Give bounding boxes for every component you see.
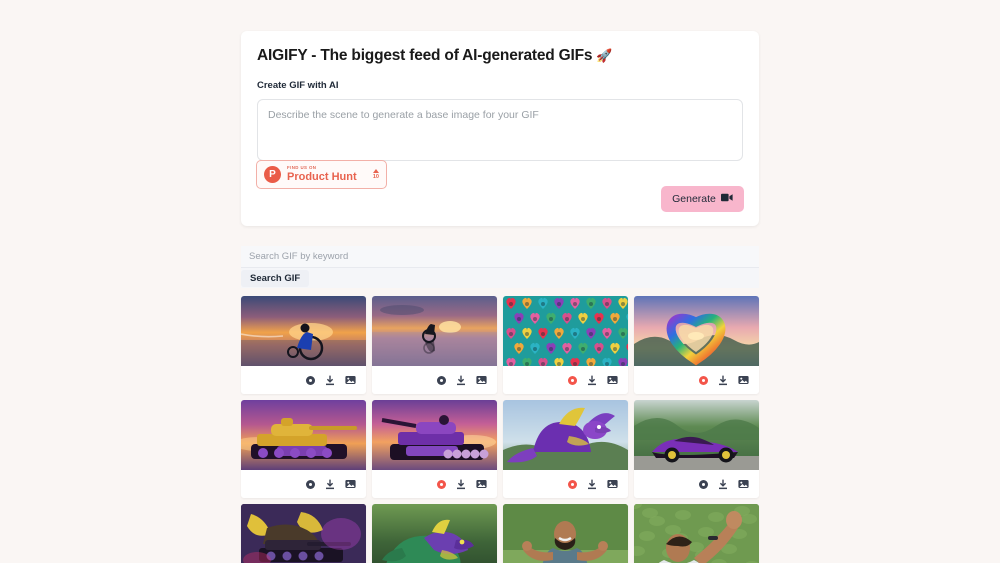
page-title: AIGIFY - The biggest feed of AI-generate… bbox=[257, 47, 743, 65]
gif-card[interactable] bbox=[503, 504, 628, 563]
gif-card[interactable] bbox=[241, 400, 366, 498]
image-icon[interactable] bbox=[476, 375, 487, 385]
generate-button-label: Generate bbox=[672, 193, 716, 205]
prompt-input[interactable] bbox=[257, 99, 743, 161]
gif-thumbnail-purple-dragon-mountain[interactable] bbox=[503, 400, 628, 470]
gif-card[interactable] bbox=[241, 504, 366, 563]
image-icon[interactable] bbox=[607, 479, 618, 489]
image-icon[interactable] bbox=[738, 479, 749, 489]
product-hunt-upvote: 10 bbox=[373, 169, 379, 180]
rocket-icon: 🚀 bbox=[596, 48, 613, 63]
download-icon[interactable] bbox=[325, 375, 335, 386]
gif-card[interactable] bbox=[241, 296, 366, 394]
create-gif-label: Create GIF with AI bbox=[257, 80, 339, 91]
gif-card-actions bbox=[634, 470, 759, 498]
image-icon[interactable] bbox=[345, 375, 356, 385]
page-title-text: AIGIFY - The biggest feed of AI-generate… bbox=[257, 47, 593, 64]
gif-thumbnail-wheelchair-beach-reflection[interactable] bbox=[372, 296, 497, 366]
gif-thumbnail-dragon-tank-hybrid-forest[interactable] bbox=[241, 504, 366, 563]
gif-card-actions bbox=[503, 366, 628, 394]
image-icon[interactable] bbox=[607, 375, 618, 385]
product-hunt-badge[interactable]: P FIND US ON Product Hunt 10 bbox=[256, 160, 387, 189]
gif-card[interactable] bbox=[503, 400, 628, 498]
gif-thumbnail-purple-tank-sunset[interactable] bbox=[372, 400, 497, 470]
product-hunt-name: Product Hunt bbox=[287, 170, 357, 183]
app-root: AIGIFY - The biggest feed of AI-generate… bbox=[0, 0, 1000, 563]
gif-card[interactable] bbox=[634, 400, 759, 498]
video-camera-icon bbox=[720, 193, 733, 205]
gif-card-actions bbox=[503, 470, 628, 498]
gif-card[interactable] bbox=[372, 296, 497, 394]
download-icon[interactable] bbox=[456, 479, 466, 490]
gif-card-actions bbox=[241, 470, 366, 498]
download-icon[interactable] bbox=[456, 375, 466, 386]
download-icon[interactable] bbox=[325, 479, 335, 490]
record-icon[interactable] bbox=[699, 375, 708, 385]
product-hunt-logo-icon: P bbox=[264, 166, 281, 183]
gif-thumbnail-rainbow-heart-landscape[interactable] bbox=[634, 296, 759, 366]
search-gif-button[interactable]: Search GIF bbox=[241, 270, 310, 287]
generate-button[interactable]: Generate bbox=[661, 186, 744, 212]
download-icon[interactable] bbox=[587, 375, 597, 386]
gif-card[interactable] bbox=[503, 296, 628, 394]
record-icon[interactable] bbox=[437, 375, 446, 385]
gif-thumbnail-wheelchair-beach-sunset-blue[interactable] bbox=[241, 296, 366, 366]
download-icon[interactable] bbox=[718, 479, 728, 490]
product-hunt-kicker: FIND US ON bbox=[287, 165, 317, 171]
image-icon[interactable] bbox=[476, 479, 487, 489]
gif-thumbnail-psychedelic-hearts-pattern[interactable] bbox=[503, 296, 628, 366]
download-icon[interactable] bbox=[718, 375, 728, 386]
product-hunt-text: FIND US ON Product Hunt bbox=[287, 165, 357, 183]
record-icon[interactable] bbox=[699, 479, 708, 489]
gif-card[interactable] bbox=[634, 296, 759, 394]
record-icon[interactable] bbox=[306, 375, 315, 385]
gif-thumbnail-man-arms-raised-hedge[interactable] bbox=[503, 504, 628, 563]
gif-card[interactable] bbox=[634, 504, 759, 563]
gif-card-actions bbox=[372, 366, 497, 394]
record-icon[interactable] bbox=[306, 479, 315, 489]
image-icon[interactable] bbox=[738, 375, 749, 385]
image-icon[interactable] bbox=[345, 479, 356, 489]
record-icon[interactable] bbox=[437, 479, 446, 489]
gif-thumbnail-gold-purple-tank-sunset[interactable] bbox=[241, 400, 366, 470]
gif-card-actions bbox=[634, 366, 759, 394]
gif-thumbnail-purple-sports-car-valley[interactable] bbox=[634, 400, 759, 470]
search-section: Search GIF bbox=[241, 246, 759, 288]
gif-card-actions bbox=[372, 470, 497, 498]
gif-card[interactable] bbox=[372, 400, 497, 498]
record-icon[interactable] bbox=[568, 375, 577, 385]
gif-card[interactable] bbox=[372, 504, 497, 563]
gif-grid bbox=[241, 296, 759, 563]
upvote-arrow-icon bbox=[372, 169, 379, 173]
download-icon[interactable] bbox=[587, 479, 597, 490]
search-input[interactable] bbox=[241, 246, 759, 268]
gif-card-actions bbox=[241, 366, 366, 394]
record-icon[interactable] bbox=[568, 479, 577, 489]
gif-thumbnail-man-arm-raised-greenery[interactable] bbox=[634, 504, 759, 563]
upvote-count: 10 bbox=[372, 173, 379, 180]
gif-thumbnail-green-purple-dragon-forest[interactable] bbox=[372, 504, 497, 563]
